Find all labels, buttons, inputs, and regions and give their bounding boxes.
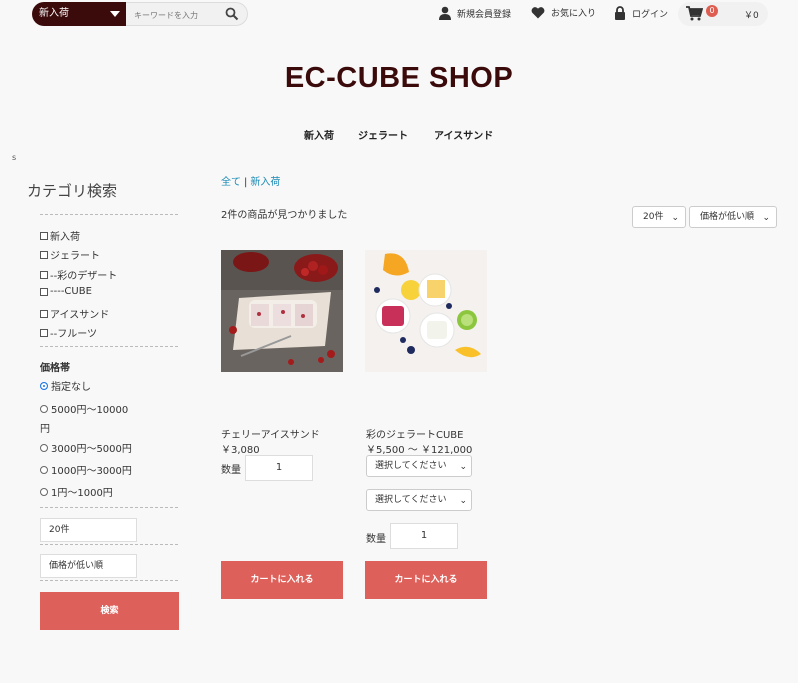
radio[interactable] xyxy=(40,404,48,413)
radio[interactable] xyxy=(40,381,48,390)
sort-select[interactable]: 価格が低い順 ⌄ xyxy=(689,206,777,228)
product-image-cherry-ice-sand[interactable] xyxy=(221,250,343,372)
checkbox[interactable] xyxy=(40,328,48,337)
shop-title[interactable]: EC-CUBE SHOP xyxy=(0,62,798,95)
chevron-down-icon: ⌄ xyxy=(459,496,467,506)
quantity-label: 数量 xyxy=(221,465,241,476)
result-count: 2件の商品が見つかりました xyxy=(221,210,348,221)
price-radio-1-1000[interactable]: 1円～1000円 xyxy=(40,484,113,499)
divider xyxy=(40,214,178,215)
chevron-down-icon xyxy=(110,11,120,17)
register-link[interactable]: 新規会員登録 xyxy=(439,6,511,20)
cart-total: ￥0 xyxy=(744,11,759,21)
category-label: ----CUBE xyxy=(50,286,92,297)
category-label: --フルーツ xyxy=(50,329,98,340)
chevron-down-icon: ⌄ xyxy=(459,462,467,472)
search-category-label: 新入荷 xyxy=(39,8,69,19)
search-category-select[interactable]: 新入荷 xyxy=(32,2,126,26)
nav-item-gelato[interactable]: ジェラート xyxy=(358,127,408,142)
search-input[interactable] xyxy=(126,4,216,27)
category-label: 新入荷 xyxy=(50,232,80,243)
cart-count-badge: 0 xyxy=(706,5,718,17)
category-label: ジェラート xyxy=(50,251,100,262)
heart-icon xyxy=(531,7,545,19)
search-box xyxy=(126,2,248,27)
price-label: 3000円～5000円 xyxy=(51,444,132,455)
option-select-2[interactable]: 選択してください ⌄ xyxy=(366,489,472,511)
chevron-down-icon: ⌄ xyxy=(671,213,679,223)
category-checkbox-gelato[interactable]: ジェラート xyxy=(40,247,100,262)
price-radio-5000-10000[interactable]: 5000円～10000 xyxy=(40,401,128,416)
quantity-input[interactable]: 1 xyxy=(390,523,458,549)
add-to-cart-button[interactable]: カートに入れる xyxy=(221,561,343,599)
search-button[interactable]: 検索 xyxy=(40,592,179,630)
product-image-gelato-cube[interactable] xyxy=(365,250,487,372)
product-name[interactable]: チェリーアイスサンド xyxy=(221,426,320,441)
divider xyxy=(40,507,178,508)
checkbox[interactable] xyxy=(40,231,48,240)
favorites-link[interactable]: お気に入り xyxy=(531,6,596,19)
price-label: 指定なし xyxy=(51,382,91,393)
cart-icon xyxy=(686,6,703,21)
product-photo xyxy=(365,250,487,372)
nav-item-new[interactable]: 新入荷 xyxy=(304,127,334,142)
favorites-label: お気に入り xyxy=(551,9,597,19)
sidebar-sort-select[interactable]: 価格が低い順 xyxy=(40,554,137,578)
display-count-select[interactable]: 20件 ⌄ xyxy=(632,206,686,228)
chevron-down-icon: ⌄ xyxy=(762,213,770,223)
category-checkbox-fruits[interactable]: --フルーツ xyxy=(40,325,97,340)
stray-text: s xyxy=(12,153,17,162)
search-icon[interactable] xyxy=(225,7,239,21)
login-link[interactable]: ログイン xyxy=(614,6,668,20)
breadcrumb-all[interactable]: 全て xyxy=(221,177,241,188)
sort-label: 価格が低い順 xyxy=(700,212,755,222)
option-label: 選択してください xyxy=(375,461,447,471)
product-price: ￥3,080 xyxy=(221,445,260,456)
product-photo xyxy=(221,250,343,372)
checkbox[interactable] xyxy=(40,287,48,296)
nav-item-ice-sand[interactable]: アイスサンド xyxy=(434,127,493,142)
category-checkbox-ice-sand[interactable]: アイスサンド xyxy=(40,306,109,321)
category-search-title: カテゴリ検索 xyxy=(27,182,118,200)
price-label: 1000円～3000円 xyxy=(51,466,132,477)
price-radio-1000-3000[interactable]: 1000円～3000円 xyxy=(40,462,132,477)
divider xyxy=(40,580,178,581)
checkbox[interactable] xyxy=(40,309,48,318)
sidebar-count-select[interactable]: 20件 xyxy=(40,518,137,542)
breadcrumb-current[interactable]: 新入荷 xyxy=(250,177,280,188)
checkbox[interactable] xyxy=(40,250,48,259)
breadcrumb: 全て | 新入荷 xyxy=(221,173,280,188)
category-checkbox-dessert[interactable]: --彩のデザート xyxy=(40,267,117,282)
breadcrumb-separator: | xyxy=(244,177,248,188)
category-checkbox-new[interactable]: 新入荷 xyxy=(40,228,80,243)
price-range-title: 価格帯 xyxy=(40,363,70,374)
category-checkbox-cube[interactable]: ----CUBE xyxy=(40,286,92,297)
user-icon xyxy=(439,6,451,20)
quantity-input[interactable]: 1 xyxy=(245,455,313,481)
lock-icon xyxy=(615,6,625,20)
quantity-label: 数量 xyxy=(366,534,386,545)
register-label: 新規会員登録 xyxy=(457,9,512,20)
price-radio-none[interactable]: 指定なし xyxy=(40,378,91,393)
add-to-cart-button[interactable]: カートに入れる xyxy=(365,561,487,599)
radio[interactable] xyxy=(40,443,48,452)
login-label: ログイン xyxy=(632,9,669,20)
price-label: 1円～1000円 xyxy=(51,488,113,499)
radio[interactable] xyxy=(40,465,48,474)
product-price: ￥5,500 ～ ￥121,000 xyxy=(366,445,473,456)
divider xyxy=(40,544,178,545)
divider xyxy=(40,346,178,347)
price-label: 5000円～10000 xyxy=(51,405,129,416)
product-name[interactable]: 彩のジェラートCUBE xyxy=(366,426,463,441)
checkbox[interactable] xyxy=(40,270,48,279)
category-label: アイスサンド xyxy=(50,310,110,321)
price-radio-3000-5000[interactable]: 3000円～5000円 xyxy=(40,440,132,455)
option-select-1[interactable]: 選択してください ⌄ xyxy=(366,455,472,477)
radio[interactable] xyxy=(40,487,48,496)
display-count-label: 20件 xyxy=(643,212,664,222)
category-label: --彩のデザート xyxy=(50,271,118,282)
price-label-wrap: 円 xyxy=(40,424,50,435)
option-label: 選択してください xyxy=(375,495,447,505)
